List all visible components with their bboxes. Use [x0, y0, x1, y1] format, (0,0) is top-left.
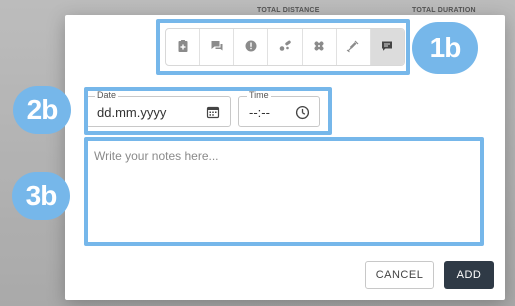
notes-highlight	[84, 137, 484, 246]
total-duration-label: TOTAL DURATION	[412, 7, 476, 14]
cancel-button[interactable]: CANCEL	[365, 261, 434, 289]
datetime-highlight	[84, 87, 332, 135]
total-distance-label: TOTAL DISTANCE	[257, 7, 320, 14]
callout-badge-2b: 2b	[13, 86, 71, 134]
toolbar-highlight	[156, 19, 410, 75]
callout-badge-3b: 3b	[12, 172, 70, 220]
add-button[interactable]: ADD	[444, 261, 494, 289]
callout-badge-1b: 1b	[412, 22, 478, 74]
